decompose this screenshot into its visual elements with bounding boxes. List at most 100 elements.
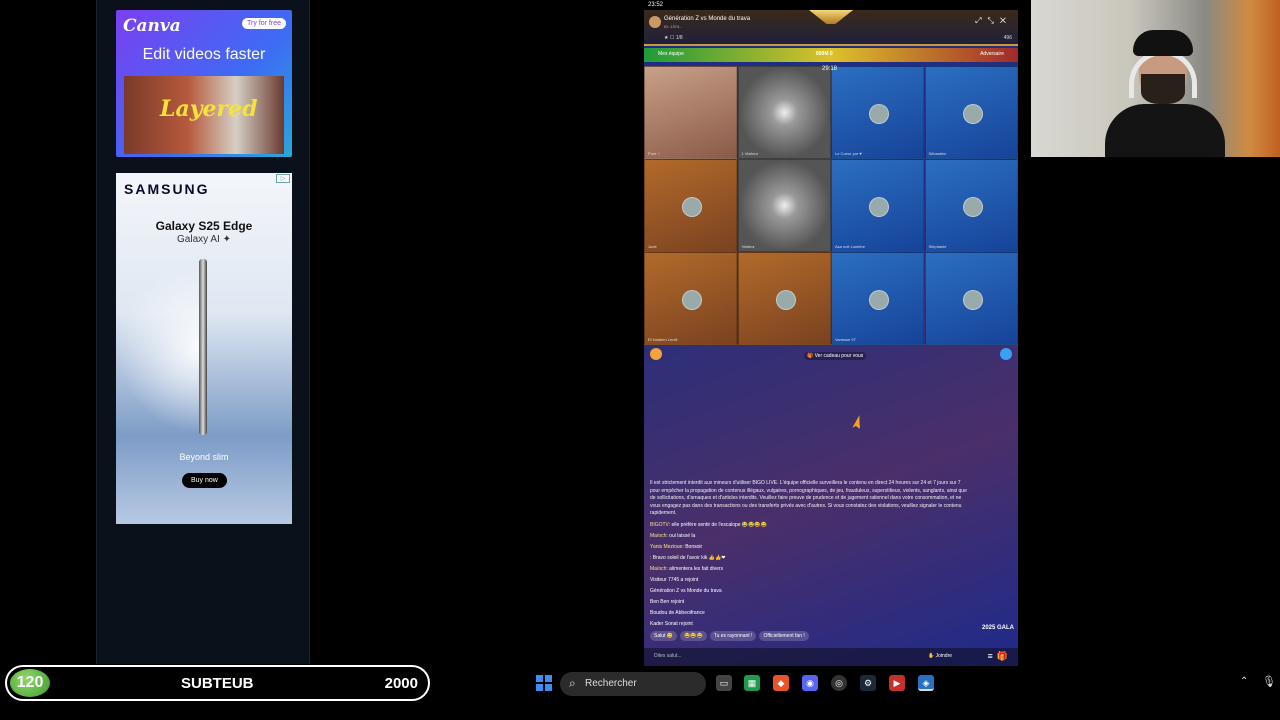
search-icon: ⌕ (569, 676, 576, 690)
chat-username[interactable]: Yanis Mezioue (650, 544, 682, 550)
chat-text: : oui laissé la (666, 532, 696, 539)
chat-username[interactable]: Maïoch (650, 566, 666, 572)
chat-username[interactable]: BIGOTV (650, 522, 669, 528)
tray-expand-icon[interactable]: ⌃ (1240, 676, 1248, 687)
gift-icon[interactable]: 🎁 (997, 651, 1012, 661)
microphone-icon[interactable]: 🎙 (1262, 675, 1276, 688)
status-time: 23:52 (648, 2, 664, 8)
seat-avatar (682, 290, 702, 310)
gala-badge[interactable]: 2025 GALA (982, 625, 1014, 631)
sub-count: 120 (10, 669, 50, 697)
samsung-ad[interactable]: ▷ SAMSUNG Galaxy S25 Edge Galaxy AI ✦ Be… (116, 173, 292, 524)
bigo-live-room: Génération Z vs Monde du trava ID: 1374.… (644, 10, 1018, 666)
canva-try-button[interactable]: Try for free (242, 18, 286, 29)
minimize-icon[interactable]: ⤡ (987, 16, 999, 25)
chat-username[interactable]: Maïoch (650, 533, 666, 539)
chrome-icon[interactable]: ◎ (831, 675, 847, 691)
pk-bar: Mes équipe 800M 0 Adversaire (644, 48, 1018, 62)
room-rank: ★ ☐ 1/8 (664, 35, 683, 41)
seat[interactable]: Stéphanie (924, 159, 1018, 252)
room-id: ID: 1374... (664, 24, 683, 29)
streamer-body (1105, 104, 1225, 157)
seat-name: Vanesse 97 (835, 337, 856, 342)
seat-avatar (962, 197, 983, 217)
seat[interactable] (737, 252, 831, 345)
adchoices-icon[interactable]: ▷ (276, 174, 290, 183)
seat-avatar (962, 104, 983, 124)
sheets-icon[interactable]: ▦ (744, 675, 760, 691)
chat-message: Maïoch: alimentera les fait divers (650, 564, 970, 575)
seat-name: Sébastien (928, 151, 947, 156)
chat-text: Kader Sonat rejoint (650, 620, 693, 627)
phone-image (199, 259, 207, 435)
close-icon[interactable]: ✕ (1000, 16, 1012, 25)
quick-reply-button[interactable]: 😂😂😂 (680, 631, 707, 641)
share-icon[interactable]: ⤢ (975, 16, 987, 25)
gift-badge-icon[interactable] (650, 348, 662, 360)
seat[interactable]: Visiteur (737, 159, 831, 252)
seat[interactable]: Le Coeur pur ♥ (831, 66, 924, 159)
seat-name: Le Coeur pur ♥ (835, 151, 862, 156)
headset-icon (1129, 50, 1197, 98)
samsung-model: Galaxy S25 Edge (155, 219, 253, 233)
host-avatar[interactable] (649, 16, 661, 28)
header-actions: ⤢⤡✕ (975, 16, 1012, 26)
seat[interactable]: Sébastien (924, 66, 1018, 159)
settings-badge-icon[interactable] (1000, 348, 1012, 360)
seat-avatar (962, 290, 983, 310)
chat-text: Ben Ben rejoint (650, 598, 685, 605)
quick-reply-button[interactable]: Tu es rayonnant ! (709, 631, 757, 641)
samsung-logo: SAMSUNG (124, 181, 210, 197)
pk-timer: 29:18 (822, 66, 838, 72)
bigo-icon[interactable]: ◈ (918, 675, 934, 691)
youtube-icon[interactable]: ▶ (889, 675, 905, 691)
chat-message: BIGOTV: elle préfère sentir de l'escalop… (650, 520, 970, 531)
taskbar-search[interactable]: ⌕ Rechercher (560, 672, 706, 696)
seat[interactable]: Asa nuit Lumière (831, 159, 924, 252)
sub-label: SUBTEUB (181, 675, 254, 692)
chat-message: Génération Z vs Monde du trava (650, 586, 970, 597)
chat-text: Visiteur 7745 a rejoint (650, 576, 699, 583)
seat[interactable]: 1 Visiteur (737, 66, 831, 159)
chat-text: Génération Z vs Monde du trava (650, 587, 722, 594)
seat-name: Pure ♀ (648, 151, 661, 156)
gift-banner[interactable]: 🎁 Ver cadeau pour vous (804, 352, 867, 360)
chat-message: Kader Sonat rejoint (650, 619, 970, 630)
samsung-buy-button[interactable]: Buy now (182, 473, 227, 488)
streamer (1105, 20, 1225, 157)
seat[interactable]: Jude (644, 159, 737, 252)
discord-icon[interactable]: ◉ (802, 675, 818, 691)
seat[interactable]: El Hadrien Lentil (644, 252, 737, 345)
seat-avatar (869, 290, 889, 310)
seat-name: Asa nuit Lumière (835, 244, 866, 249)
chat-text: Boudou de Abbeoifrance (650, 609, 705, 616)
chat-text: : Bonsoir (682, 543, 703, 550)
seat-avatar (682, 197, 702, 217)
chat-input[interactable]: Dites salut... (654, 653, 682, 659)
cap (1133, 30, 1193, 56)
search-input[interactable]: Rechercher (585, 678, 637, 689)
menu-icon[interactable]: ≡ (988, 651, 997, 661)
task-view-icon[interactable]: ▭ (716, 675, 732, 691)
start-button-icon[interactable] (536, 675, 552, 691)
canva-overlay-word: Layered (160, 96, 258, 122)
online-count[interactable]: 496 (1004, 35, 1012, 41)
seat[interactable]: Vanesse 97 (831, 252, 924, 345)
brave-icon[interactable]: ◆ (773, 675, 789, 691)
join-button[interactable]: ✋ Joindre (928, 653, 952, 659)
sub-goal: 2000 (384, 675, 418, 692)
chat-message: Yanis Mezioue: Bonsoir (650, 542, 970, 553)
rank-value: 1/8 (675, 35, 683, 41)
steam-icon[interactable]: ⚙ (860, 675, 876, 691)
quick-reply-button[interactable]: Officiellement fan ! (759, 631, 809, 641)
chat-input-bar: Dites salut... ✋ Joindre ≡🎁 (644, 648, 1018, 666)
quick-reply-button[interactable]: Salut 😊 (650, 631, 678, 641)
chat-area: Il est strictement interdit aux mineurs … (650, 480, 970, 630)
windows-taskbar: ⌕ Rechercher ▭ ▦ ◆ ◉ ◎ ⚙ ▶ ◈ ⌃ 🎙 (430, 669, 1280, 699)
seat[interactable]: Pure ♀ (644, 66, 737, 159)
samsung-slogan: Beyond slim (179, 452, 229, 462)
chat-message: Boudou de Abbeoifrance (650, 608, 970, 619)
seat[interactable] (924, 252, 1018, 345)
canva-ad[interactable]: Canva Try for free Edit videos faster La… (116, 10, 292, 157)
chat-text: : elle préfère sentir de l'escalope 😂😂😂😂 (668, 521, 767, 528)
